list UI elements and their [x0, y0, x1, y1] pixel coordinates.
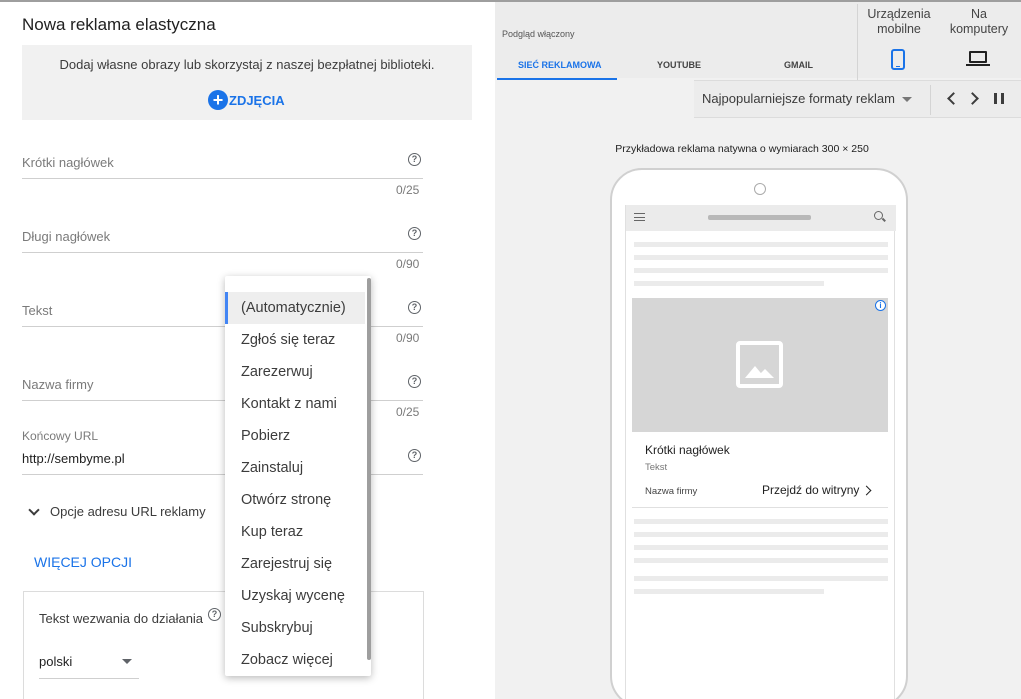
- more-options-link[interactable]: WIĘCEJ OPCJI: [34, 554, 132, 570]
- placeholder-line: [634, 242, 888, 247]
- plus-icon: +: [208, 90, 228, 110]
- divider: [930, 85, 931, 115]
- dropdown-scrollbar[interactable]: [367, 278, 371, 660]
- final-url-label: Końcowy URL: [22, 429, 99, 443]
- caret-down-icon: [122, 659, 132, 664]
- dropdown-option[interactable]: Zarejestruj się: [225, 548, 365, 580]
- preview-on-label: Podgląd włączony: [502, 29, 575, 39]
- help-icon[interactable]: ?: [408, 227, 421, 240]
- short-headline-counter: 0/25: [396, 183, 420, 197]
- long-headline-field[interactable]: Długi nagłówek ?: [22, 216, 423, 253]
- pause-icon[interactable]: [994, 93, 1004, 104]
- image-icon: [736, 341, 783, 388]
- format-select[interactable]: Najpopularniejsze formaty reklam: [702, 91, 895, 106]
- short-headline-placeholder: Krótki nagłówek: [22, 155, 114, 170]
- placeholder-line: [634, 255, 888, 260]
- short-headline-field[interactable]: Krótki nagłówek ?: [22, 142, 423, 179]
- chevron-right-icon[interactable]: [966, 92, 979, 105]
- business-name-placeholder: Nazwa firmy: [22, 377, 94, 392]
- form-title: Nowa reklama elastyczna: [22, 15, 216, 34]
- device-desktop-button[interactable]: Na komputery: [941, 7, 1017, 37]
- camera-icon: [754, 183, 766, 195]
- dropdown-option[interactable]: Pobierz: [225, 420, 365, 452]
- mock-title-line: [708, 215, 811, 220]
- preview-panel: Podgląd włączony SIEĆ REKLAMOWA YOUTUBE …: [495, 0, 1021, 699]
- help-icon[interactable]: ?: [408, 153, 421, 166]
- image-hint: Dodaj własne obrazy lub skorzystaj z nas…: [59, 57, 435, 72]
- tab-gmail[interactable]: GMAIL: [784, 60, 813, 70]
- help-icon[interactable]: ?: [208, 608, 221, 621]
- placeholder-line: [634, 545, 888, 550]
- dropdown-option[interactable]: Zgłoś się teraz: [225, 324, 365, 356]
- dropdown-option[interactable]: Subskrybuj: [225, 612, 365, 644]
- tab-youtube[interactable]: YOUTUBE: [657, 60, 701, 70]
- dropdown-option[interactable]: Zainstaluj: [225, 452, 365, 484]
- smartphone-icon[interactable]: [891, 49, 905, 70]
- phone-screen: i Krótki nagłówek Tekst Nazwa firmy Prze…: [625, 205, 896, 699]
- image-upload-area: Dodaj własne obrazy lub skorzystaj z nas…: [22, 45, 472, 120]
- format-toolbar: Najpopularniejsze formaty reklam: [694, 80, 1021, 118]
- preview-top-bar: Podgląd włączony SIEĆ REKLAMOWA YOUTUBE …: [495, 0, 1021, 80]
- dropdown-option[interactable]: Otwórz stronę: [225, 484, 365, 516]
- cta-dropdown-menu: (Automatycznie) Zgłoś się teraz Zarezerwuj…: [225, 276, 371, 676]
- cta-label: Tekst wezwania do działania: [39, 611, 204, 626]
- business-name-counter: 0/25: [396, 405, 420, 419]
- long-headline-placeholder: Długi nagłówek: [22, 229, 111, 244]
- chevron-down-icon: [28, 503, 40, 516]
- placeholder-line: [634, 589, 824, 594]
- phone-mockup: i Krótki nagłówek Tekst Nazwa firmy Prze…: [610, 168, 908, 699]
- url-options-toggle[interactable]: Opcje adresu URL reklamy: [28, 503, 206, 519]
- language-select[interactable]: polski: [39, 652, 139, 679]
- help-icon[interactable]: ?: [408, 301, 421, 314]
- description-placeholder: Tekst: [22, 303, 53, 318]
- device-mobile-button[interactable]: Urządzenia mobilne: [861, 7, 937, 37]
- laptop-icon[interactable]: [966, 51, 990, 66]
- ad-business-name: Nazwa firmy: [645, 486, 698, 497]
- divider: [857, 4, 858, 80]
- mock-app-bar: [626, 205, 896, 231]
- add-images-button[interactable]: + ZDJĘCIA: [208, 90, 285, 110]
- ad-headline: Krótki nagłówek: [645, 443, 730, 457]
- dropdown-option[interactable]: (Automatycznie): [225, 292, 365, 324]
- ad-text: Tekst: [645, 462, 668, 473]
- dropdown-option[interactable]: Zarezerwuj: [225, 356, 365, 388]
- dropdown-option[interactable]: Kontakt z nami: [225, 388, 365, 420]
- language-value: polski: [39, 654, 73, 669]
- caret-down-icon: [902, 97, 912, 102]
- ad-cta-label: Przejdź do witryny: [762, 483, 860, 497]
- info-icon[interactable]: i: [875, 300, 886, 311]
- placeholder-line: [634, 576, 888, 581]
- divider: [632, 507, 888, 508]
- native-ad-card[interactable]: i Krótki nagłówek Tekst Nazwa firmy Prze…: [632, 298, 888, 508]
- dropdown-option[interactable]: Zobacz więcej: [225, 644, 365, 676]
- tab-display-network[interactable]: SIEĆ REKLAMOWA: [518, 60, 602, 70]
- menu-icon: [634, 213, 645, 221]
- chevron-left-icon[interactable]: [947, 92, 960, 105]
- help-icon[interactable]: ?: [408, 375, 421, 388]
- chevron-right-icon: [861, 485, 872, 495]
- dropdown-option[interactable]: Uzyskaj wycenę: [225, 580, 365, 612]
- help-icon[interactable]: ?: [408, 449, 421, 462]
- placeholder-line: [634, 558, 888, 563]
- long-headline-counter: 0/90: [396, 257, 420, 271]
- placeholder-line: [634, 532, 888, 537]
- final-url-value: http://sembyme.pl: [22, 451, 125, 466]
- ad-image: i: [632, 298, 888, 432]
- placeholder-line: [634, 519, 888, 524]
- dropdown-option[interactable]: Kup teraz: [225, 516, 365, 548]
- add-images-label: ZDJĘCIA: [229, 92, 285, 108]
- ad-cta-button[interactable]: Przejdź do witryny: [762, 483, 872, 497]
- active-tab-indicator: [497, 78, 617, 80]
- description-counter: 0/90: [396, 331, 420, 345]
- placeholder-line: [634, 281, 824, 286]
- search-icon: [874, 211, 883, 220]
- url-options-label: Opcje adresu URL reklamy: [50, 504, 206, 519]
- sample-caption: Przykładowa reklama natywna o wymiarach …: [615, 143, 869, 155]
- placeholder-line: [634, 268, 888, 273]
